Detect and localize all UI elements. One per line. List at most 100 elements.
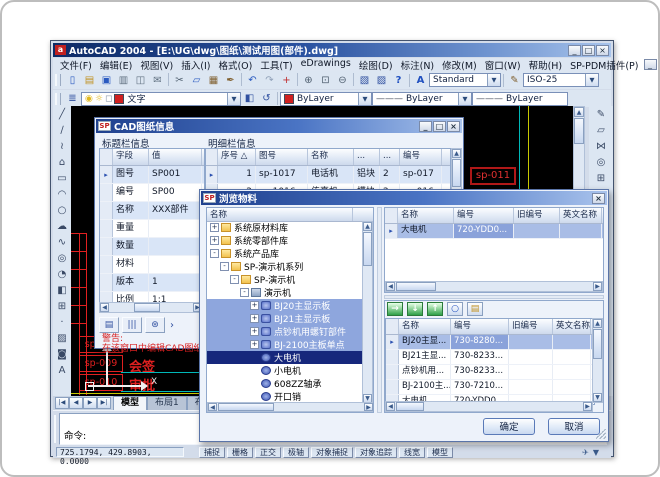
publish-button[interactable]: ✉ — [149, 73, 166, 88]
menu-item[interactable]: SP-PDM插件(P) — [566, 58, 642, 72]
close-button[interactable]: × — [596, 45, 609, 56]
scrollbar-thumb[interactable] — [218, 403, 274, 411]
tab-model[interactable]: 模型 — [113, 396, 147, 410]
menu-item[interactable]: 工具(T) — [256, 58, 296, 72]
export-info-button[interactable]: ▤ — [99, 317, 119, 333]
pan-button[interactable]: + — [278, 73, 295, 88]
scroll-left-icon[interactable]: ◀ — [386, 282, 395, 291]
checkin-button[interactable]: → — [387, 302, 403, 316]
table-row[interactable]: BJ21主显...730-8233... — [386, 350, 594, 365]
point-button[interactable]: · — [54, 314, 70, 330]
tab-layout[interactable]: 布局1 — [147, 396, 187, 410]
layer-states-button[interactable]: ↺ — [258, 91, 275, 106]
close-button[interactable]: × — [592, 193, 605, 204]
dim-style-button[interactable]: ✎ — [506, 73, 523, 88]
menu-item[interactable]: 编辑(E) — [96, 58, 136, 72]
scrollbar-thumb[interactable] — [593, 329, 602, 359]
status-toggle[interactable]: 捕捉 — [199, 447, 225, 458]
tree-vscrollbar[interactable]: ▲ ▼ — [362, 221, 373, 404]
status-toggle[interactable]: 对象捕捉 — [311, 447, 353, 458]
scroll-right-icon[interactable]: ▶ — [364, 403, 373, 411]
zoom-realtime-button[interactable]: ⊕ — [300, 73, 317, 88]
menu-item[interactable]: eDrawings — [297, 58, 355, 72]
column-header[interactable]: 编号 — [400, 149, 442, 165]
status-toggle[interactable]: 对象追踪 — [355, 447, 397, 458]
zoom-window-button[interactable]: ⊡ — [317, 73, 334, 88]
table-row[interactable]: ▸大电机720-YDD0... — [385, 224, 603, 239]
info-left-hscrollbar[interactable]: ◀ ▶ — [99, 302, 203, 313]
resize-grip[interactable] — [596, 429, 606, 439]
toolbar-overflow-button[interactable]: › — [170, 320, 174, 331]
scrollbar-thumb[interactable] — [396, 282, 436, 291]
table-row[interactable]: 材料 — [100, 256, 204, 274]
column-header[interactable]: 名称 — [308, 149, 354, 165]
table-row[interactable]: ▸图号SP001 — [100, 166, 204, 184]
match-properties-button[interactable]: ✒ — [222, 73, 239, 88]
tree-item[interactable]: 608ZZ轴承 — [207, 377, 363, 390]
menu-item[interactable]: 文件(F) — [56, 58, 96, 72]
table-row[interactable]: ▸BJ20主显...730-8280... — [386, 335, 594, 350]
rectangle-button[interactable]: ▭ — [54, 170, 70, 186]
close-button[interactable]: × — [447, 121, 460, 132]
region-button[interactable]: ◙ — [54, 346, 70, 362]
download-button[interactable]: ↓ — [407, 302, 423, 316]
tab-nav-button[interactable]: ▶ — [83, 397, 97, 409]
toolbar-grip[interactable] — [55, 93, 61, 105]
revision-cloud-button[interactable]: ☁ — [54, 218, 70, 234]
column-header[interactable]: 字段 — [113, 149, 149, 165]
expand-icon[interactable]: + — [250, 314, 259, 323]
maximize-button[interactable]: □ — [433, 121, 446, 132]
chevron-down-icon[interactable]: ▼ — [585, 74, 598, 86]
table-row[interactable]: 名称XXX部件 — [100, 202, 204, 220]
insert-block-button[interactable]: ◧ — [54, 282, 70, 298]
tree-item[interactable]: +BJ-2100主板单点 — [207, 338, 363, 351]
plot-button[interactable]: ▥ — [115, 73, 132, 88]
scrollbar-thumb[interactable] — [452, 159, 461, 187]
column-header[interactable]: 序号 △ — [218, 149, 256, 165]
column-header[interactable]: 旧编号 — [509, 319, 553, 334]
column-header[interactable]: 名称 — [399, 319, 451, 334]
tree-hscrollbar[interactable]: ◀ ▶ — [207, 402, 374, 412]
tree-name-column-header[interactable]: 名称 — [207, 208, 353, 221]
scrollbar-thumb[interactable] — [363, 232, 372, 266]
zoom-previous-button[interactable]: ⊖ — [334, 73, 351, 88]
menu-item[interactable]: 修改(M) — [438, 58, 481, 72]
settings-button[interactable]: ⊛ — [145, 317, 165, 333]
collapse-icon[interactable]: - — [230, 275, 239, 284]
column-header[interactable]: 值 — [149, 149, 202, 165]
status-toggle[interactable]: 模型 — [427, 447, 453, 458]
column-header[interactable]: 编号 — [454, 208, 514, 223]
ellipse-arc-button[interactable]: ◔ — [54, 266, 70, 282]
expand-icon[interactable]: + — [210, 236, 219, 245]
tree-item[interactable]: -演示机 — [207, 286, 363, 299]
column-header[interactable]: ... — [354, 149, 380, 165]
status-toggle[interactable]: 正交 — [255, 447, 281, 458]
copy-object-button[interactable]: ▱ — [593, 122, 609, 138]
text-style-button[interactable]: A — [412, 73, 429, 88]
chevron-down-icon[interactable]: ▼ — [458, 93, 471, 105]
column-header[interactable]: 英文名称 — [553, 319, 591, 334]
table-row[interactable]: ▸1sp-1017电话机铝块2sp-017 — [206, 166, 451, 184]
scroll-up-icon[interactable]: ▲ — [452, 149, 461, 158]
barcode-button[interactable]: ||| — [122, 317, 142, 333]
expand-icon[interactable]: + — [250, 301, 259, 310]
table-row[interactable]: BJ-2100主...730-7210... — [386, 380, 594, 395]
minimize-button[interactable]: _ — [644, 59, 657, 70]
help-button[interactable]: ? — [390, 73, 407, 88]
tree-item[interactable]: +系统原材料库 — [207, 221, 363, 234]
scroll-down-icon[interactable]: ▼ — [593, 393, 602, 402]
lineweight-combo[interactable]: ——— ByLayer — [472, 92, 568, 106]
tree-item[interactable]: +点钞机用螺钉部件 — [207, 325, 363, 338]
scroll-right-icon[interactable]: ▶ — [593, 282, 602, 291]
bottom-table-vscrollbar[interactable]: ▲ ▼ — [592, 318, 603, 403]
erase-button[interactable]: ✎ — [593, 106, 609, 122]
collapse-icon[interactable]: - — [220, 262, 229, 271]
layers-button[interactable]: ≣ — [64, 91, 81, 106]
status-toggle[interactable]: 线宽 — [399, 447, 425, 458]
ellipse-button[interactable]: ◎ — [54, 250, 70, 266]
table-row[interactable]: 数量 — [100, 238, 204, 256]
tree-item[interactable]: -SP-演示机 — [207, 273, 363, 286]
layer-combo[interactable]: ◉☼◻ 文字 ▼ — [81, 92, 241, 106]
search-button[interactable]: ○ — [447, 302, 463, 316]
menu-item[interactable]: 插入(I) — [177, 58, 214, 72]
